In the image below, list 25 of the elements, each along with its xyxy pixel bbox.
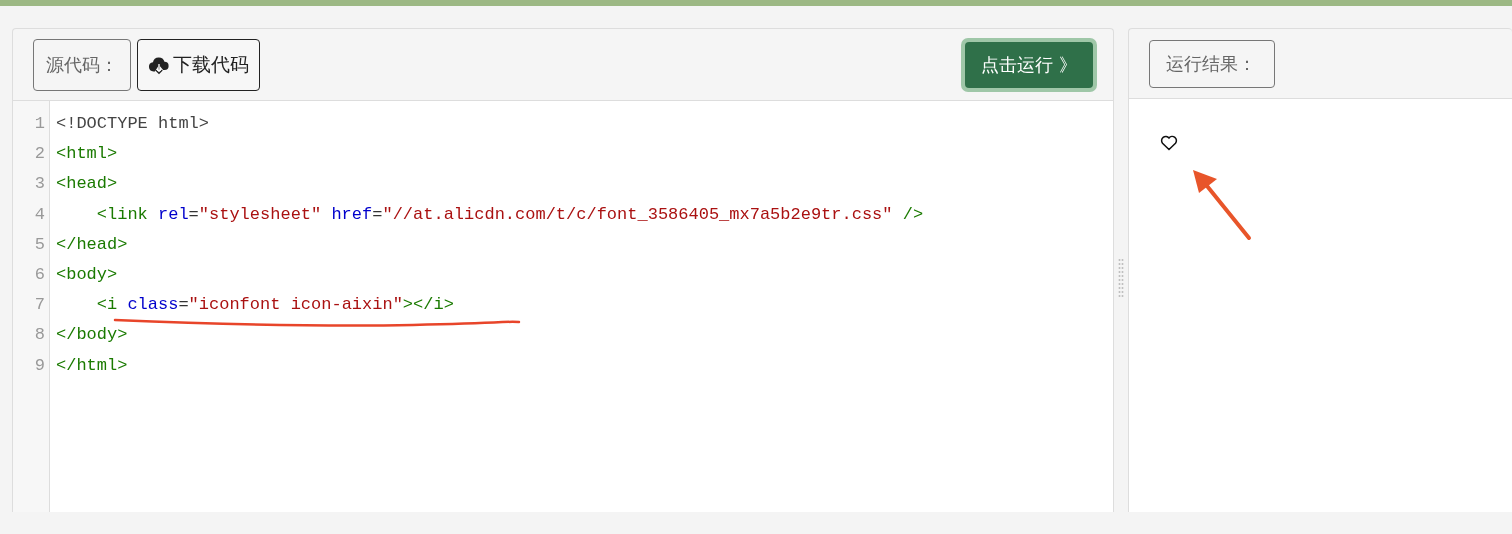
line-number: 5 [33,233,46,256]
code-line: </body> [56,324,128,347]
run-result-label: 运行结果： [1149,39,1275,88]
resize-handle[interactable] [1118,258,1124,298]
heart-icon [1160,135,1178,151]
run-button[interactable]: 点击运行 》 [965,41,1093,88]
line-number: 9 [33,354,46,377]
line-number: 2 [33,143,46,166]
line-number: 3 [33,173,46,196]
code-line: </head> [56,233,128,256]
line-number: 8 [33,324,46,347]
code-line: </html> [56,354,128,377]
line-number: 6 [33,263,46,286]
code-line: <i class="iconfont icon-aixin"></i> [96,294,454,317]
code-line: <link rel="stylesheet" href="//at.alicdn.com/t/c/font_3586405_mx7a5b2e9tr.css" /> [96,203,924,226]
code-line: <!DOCTYPE html> [56,113,210,135]
arrow-drawing [1191,169,1253,241]
code-line: <html> [56,143,118,166]
line-number: 7 [33,294,46,317]
code-line: <body> [56,263,118,286]
download-code-button[interactable]: 下载代码 [137,38,260,91]
line-number: 1 [33,113,46,135]
line-number: 4 [33,203,46,226]
code-line: <head> [56,173,118,196]
source-code-label: 源代码： [33,38,131,91]
